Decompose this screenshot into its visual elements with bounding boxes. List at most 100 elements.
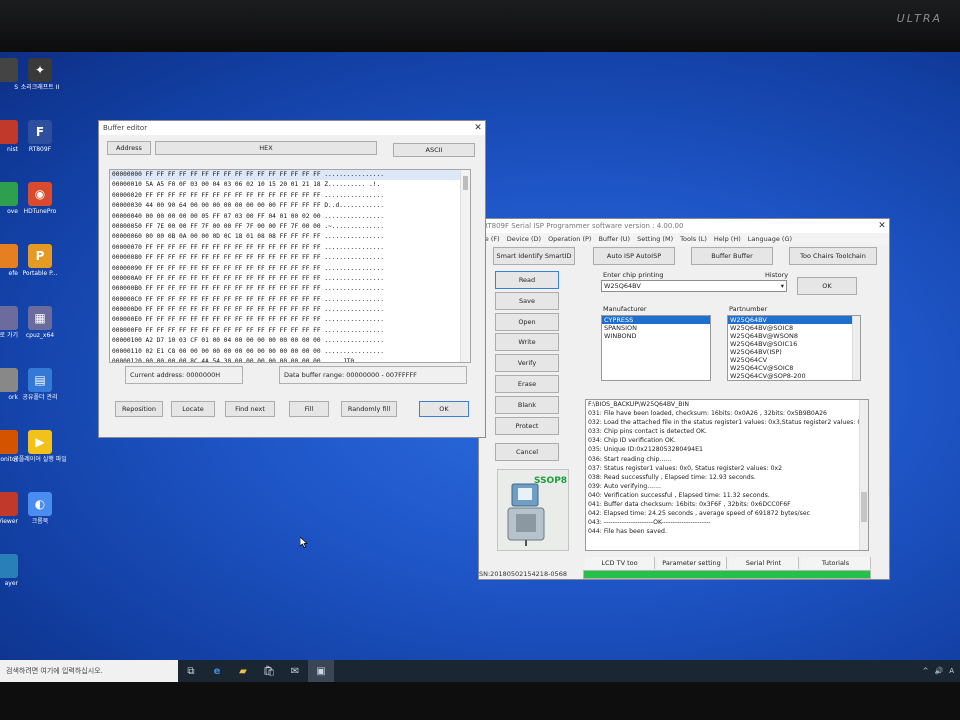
- fill-button[interactable]: Fill: [289, 401, 329, 417]
- taskbar-search-input[interactable]: 검색하려면 여기에 입력하십시오.: [0, 660, 178, 682]
- bottom-tab[interactable]: Serial Print: [729, 557, 799, 569]
- hex-row[interactable]: 00000000 FF FF FF FF FF FF FF FF FF FF F…: [110, 170, 470, 181]
- desktop-icon[interactable]: ✦ 소리크래프트 II: [10, 58, 70, 91]
- hex-row[interactable]: 00000020 FF FF FF FF FF FF FF FF FF FF F…: [110, 191, 470, 201]
- find-next-button[interactable]: Find next: [225, 401, 275, 417]
- verify-button[interactable]: Verify: [495, 354, 559, 373]
- partnumber-item[interactable]: W25Q64CV@SOIC8: [728, 364, 860, 372]
- hex-row[interactable]: 00000100 A2 D7 10 03 CF 01 00 04 00 00 0…: [110, 336, 470, 346]
- partnumber-item[interactable]: W25Q64CV@SOP8-200: [728, 372, 860, 380]
- reposition-button[interactable]: Reposition: [115, 401, 163, 417]
- buffer-range: Data buffer range: 00000000 - 007FFFFF: [284, 371, 417, 379]
- scrollbar[interactable]: [460, 170, 470, 362]
- bottom-tab[interactable]: Tutorials: [801, 557, 871, 569]
- desktop-icon[interactable]: ▤ 공유폴더 관리: [10, 368, 70, 401]
- desktop-icon[interactable]: ◉ HDTunePro: [10, 182, 70, 215]
- hex-row[interactable]: 000000F0 FF FF FF FF FF FF FF FF FF FF F…: [110, 326, 470, 336]
- manufacturer-item[interactable]: CYPRESS: [602, 316, 710, 324]
- scrollbar[interactable]: [852, 316, 860, 380]
- bottom-tab[interactable]: LCD TV too: [585, 557, 655, 569]
- tab-toolchain[interactable]: Too Chairs Toolchain: [789, 247, 877, 265]
- manufacturer-list[interactable]: CYPRESS SPANSION WINBOND: [601, 315, 711, 381]
- hex-row[interactable]: 00000070 FF FF FF FF FF FF FF FF FF FF F…: [110, 243, 470, 253]
- chevron-down-icon[interactable]: ▾: [781, 281, 784, 292]
- bottom-tab[interactable]: Parameter setting: [657, 557, 727, 569]
- column-header-address: Address: [107, 141, 151, 155]
- desktop-icon-partial[interactable]: ayer: [0, 554, 20, 587]
- volume-icon[interactable]: 🔊: [934, 667, 943, 675]
- scrollbar[interactable]: [859, 400, 868, 550]
- input-language-indicator[interactable]: A: [949, 667, 954, 675]
- partnumber-list[interactable]: W25Q64BV W25Q64BV@SOIC8 W25Q64BV@WSON8 W25Q…: [727, 315, 861, 381]
- scrollbar-thumb[interactable]: [861, 492, 867, 522]
- hex-row[interactable]: 00000050 FF 7E 00 00 FF 7F 00 00 FF 7F 0…: [110, 222, 470, 232]
- ok-button[interactable]: OK: [419, 401, 469, 417]
- partnumber-item[interactable]: W25Q64BV@SOIC16: [728, 340, 860, 348]
- rt809f-taskbar-icon[interactable]: ▣: [308, 660, 334, 682]
- partnumber-item[interactable]: W25Q64CV: [728, 356, 860, 364]
- protect-button[interactable]: Protect: [495, 416, 559, 435]
- menu-tools[interactable]: Tools (L): [680, 235, 707, 243]
- menu-buffer[interactable]: Buffer (U): [598, 235, 630, 243]
- hex-row[interactable]: 00000030 44 00 90 64 00 00 00 00 00 00 0…: [110, 201, 470, 211]
- cancel-button[interactable]: Cancel: [495, 443, 559, 461]
- partnumber-item[interactable]: W25Q64BV: [728, 316, 860, 324]
- hex-row[interactable]: 000000E0 FF FF FF FF FF FF FF FF FF FF F…: [110, 315, 470, 325]
- hex-row[interactable]: 00000080 FF FF FF FF FF FF FF FF FF FF F…: [110, 253, 470, 263]
- read-button[interactable]: Read: [495, 271, 559, 289]
- hex-row[interactable]: 00000120 00 00 00 00 8C 4A 54 30 00 00 0…: [110, 357, 470, 362]
- desktop-icon[interactable]: ◐ 크롬북: [10, 492, 70, 525]
- tab-smart-identify[interactable]: Smart Identify SmartID: [493, 247, 575, 265]
- mail-icon[interactable]: ✉: [282, 660, 308, 682]
- desktop-icon[interactable]: ▦ cpuz_x64: [10, 306, 70, 339]
- desktop-icon[interactable]: F RT809F: [10, 120, 70, 153]
- hex-row[interactable]: 000000A0 FF FF FF FF FF FF FF FF FF FF F…: [110, 274, 470, 284]
- desktop-icon[interactable]: P Portable P...: [10, 244, 70, 277]
- log-line: 038: Read successfully , Elapsed time: 1…: [588, 473, 756, 481]
- randomly-fill-button[interactable]: Randomly fill: [341, 401, 397, 417]
- buffer-editor-titlebar[interactable]: Buffer editor ✕: [99, 121, 485, 135]
- chrome-icon: ◐: [28, 492, 52, 516]
- open-button[interactable]: Open: [495, 312, 559, 331]
- hex-row[interactable]: 00000090 FF FF FF FF FF FF FF FF FF FF F…: [110, 264, 470, 274]
- close-icon[interactable]: ✕: [875, 221, 889, 231]
- hex-grid[interactable]: 00000000 FF FF FF FF FF FF FF FF FF FF F…: [109, 169, 471, 363]
- tab-buffer[interactable]: Buffer Buffer: [691, 247, 773, 265]
- chip-input[interactable]: W25Q64BV ▾: [601, 280, 787, 292]
- close-icon[interactable]: ✕: [471, 123, 485, 133]
- hex-row[interactable]: 00000040 00 00 00 00 00 05 FF 07 03 00 F…: [110, 212, 470, 222]
- tray-chevron-icon[interactable]: ^: [923, 667, 929, 675]
- blank-button[interactable]: Blank: [495, 395, 559, 414]
- save-button[interactable]: Save: [495, 291, 559, 310]
- file-explorer-icon[interactable]: ▰: [230, 660, 256, 682]
- chip-ok-button[interactable]: OK: [797, 277, 857, 295]
- write-button[interactable]: Write: [495, 333, 559, 352]
- partnumber-item[interactable]: W25Q64BV(ISP): [728, 348, 860, 356]
- menu-device[interactable]: Device (D): [507, 235, 541, 243]
- hdtune-icon: ◉: [28, 182, 52, 206]
- partnumber-item[interactable]: W25Q64BV@WSON8: [728, 332, 860, 340]
- hex-row[interactable]: 000000D0 FF FF FF FF FF FF FF FF FF FF F…: [110, 305, 470, 315]
- store-icon[interactable]: 🛍: [256, 660, 282, 682]
- hex-row[interactable]: 00000010 5A A5 F0 0F 03 00 04 03 06 02 1…: [110, 180, 470, 190]
- partnumber-item[interactable]: W25Q64BV@SOIC8: [728, 324, 860, 332]
- locate-button[interactable]: Locate: [171, 401, 215, 417]
- scrollbar-thumb[interactable]: [463, 176, 468, 190]
- hex-row[interactable]: 00000060 00 00 0B 0A 00 00 0D 0C 18 01 0…: [110, 232, 470, 242]
- manufacturer-item[interactable]: WINBOND: [602, 332, 710, 340]
- manufacturer-item[interactable]: SPANSION: [602, 324, 710, 332]
- hex-row[interactable]: 00000110 02 E1 C8 00 00 00 00 00 00 00 0…: [110, 347, 470, 357]
- log-line: 044: File has been saved.: [588, 528, 667, 536]
- menu-operation[interactable]: Operation (P): [548, 235, 591, 243]
- task-view-icon[interactable]: ⧉: [178, 660, 204, 682]
- erase-button[interactable]: Erase: [495, 375, 559, 393]
- menu-language[interactable]: Language (G): [748, 235, 792, 243]
- desktop-icon[interactable]: ▶ 곰플레이어 실행 파일: [10, 430, 70, 463]
- menu-help[interactable]: Help (H): [714, 235, 741, 243]
- hex-row[interactable]: 000000C0 FF FF FF FF FF FF FF FF FF FF F…: [110, 295, 470, 305]
- edge-icon[interactable]: e: [204, 660, 230, 682]
- programmer-titlebar[interactable]: RT809F Serial ISP Programmer software ve…: [479, 219, 889, 233]
- tab-auto-isp[interactable]: Auto ISP AutoISP: [593, 247, 675, 265]
- hex-row[interactable]: 000000B0 FF FF FF FF FF FF FF FF FF FF F…: [110, 284, 470, 294]
- menu-setting[interactable]: Setting (M): [637, 235, 673, 243]
